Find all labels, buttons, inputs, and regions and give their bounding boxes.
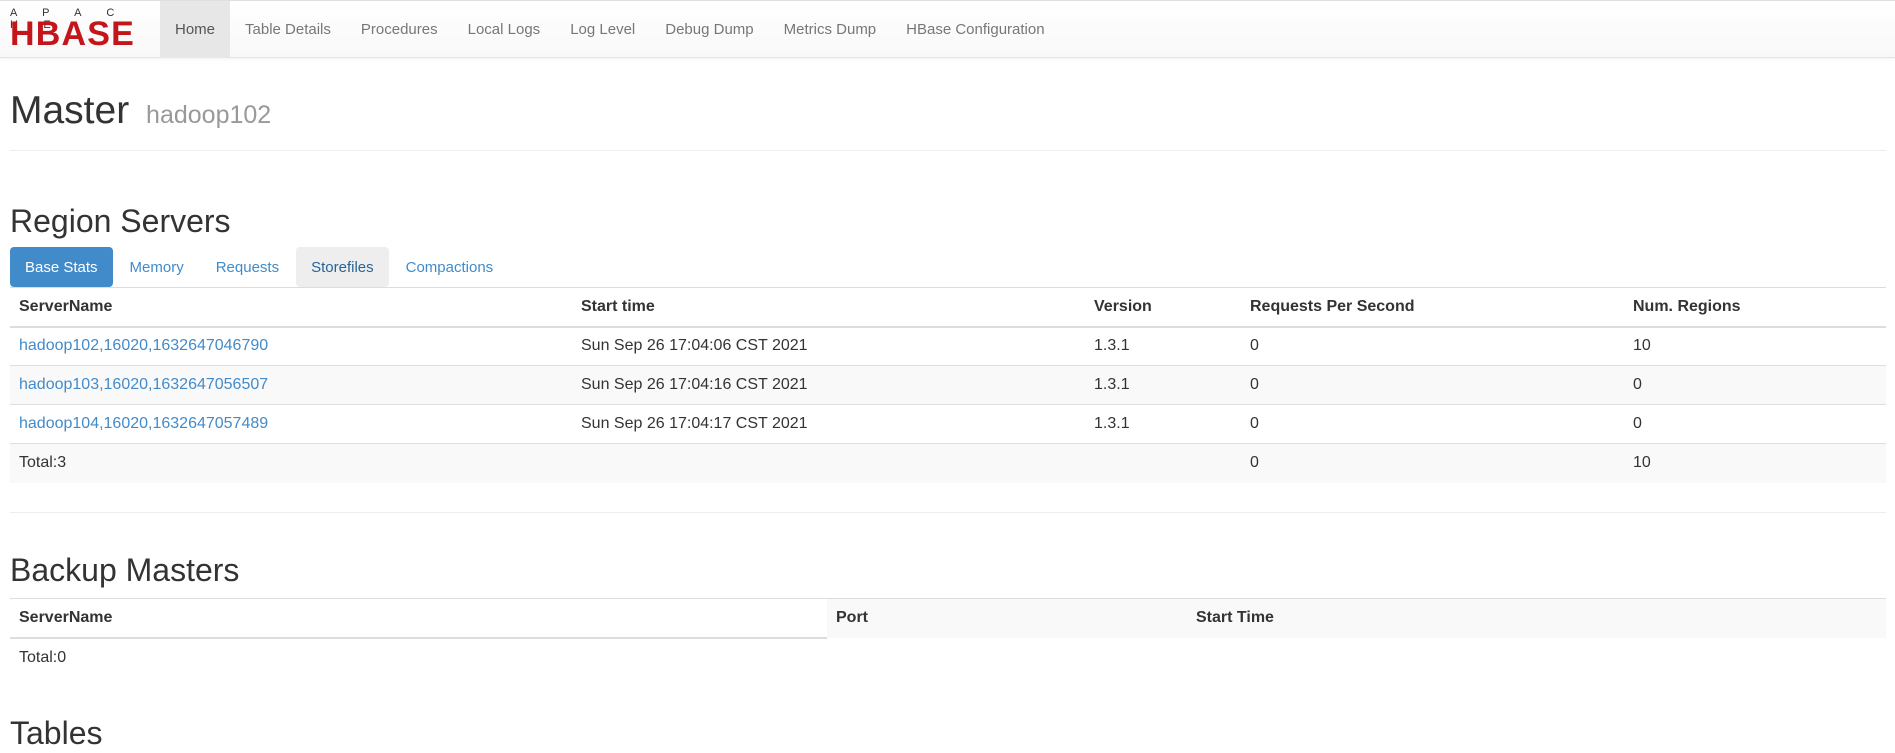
total-row: Total:0 bbox=[10, 638, 1886, 677]
master-hostname: hadoop102 bbox=[146, 101, 272, 129]
page-title-text: Master bbox=[10, 89, 130, 132]
main-nav: Home Table Details Procedures Local Logs… bbox=[160, 1, 1060, 58]
navbar: A P A C H E HBASE Home Table Details Pro… bbox=[0, 0, 1895, 58]
server-link[interactable]: hadoop104,16020,1632647057489 bbox=[19, 415, 268, 432]
backup-masters-heading: Backup Masters bbox=[10, 552, 240, 588]
nav-log-level[interactable]: Log Level bbox=[555, 1, 650, 58]
server-link[interactable]: hadoop102,16020,1632647046790 bbox=[19, 337, 268, 354]
total-requests: 0 bbox=[1241, 443, 1624, 483]
version-cell: 1.3.1 bbox=[1085, 404, 1241, 444]
nav-local-logs[interactable]: Local Logs bbox=[453, 1, 556, 58]
nav-hbase-configuration[interactable]: HBase Configuration bbox=[891, 1, 1059, 58]
regions-cell: 0 bbox=[1624, 404, 1886, 444]
start-time-cell: Sun Sep 26 17:04:16 CST 2021 bbox=[572, 365, 1085, 405]
requests-cell: 0 bbox=[1241, 326, 1624, 366]
nav-debug-dump[interactable]: Debug Dump bbox=[650, 1, 768, 58]
requests-cell: 0 bbox=[1241, 365, 1624, 405]
tab-base-stats[interactable]: Base Stats bbox=[10, 247, 113, 287]
region-servers-tabs: Base Stats Memory Requests Storefiles Co… bbox=[10, 247, 510, 287]
table-row: hadoop103,16020,1632647056507 Sun Sep 26… bbox=[10, 365, 1886, 405]
tab-memory[interactable]: Memory bbox=[115, 247, 199, 287]
start-time-cell: Sun Sep 26 17:04:17 CST 2021 bbox=[572, 404, 1085, 444]
regions-cell: 0 bbox=[1624, 365, 1886, 405]
version-cell: 1.3.1 bbox=[1085, 365, 1241, 405]
nav-procedures[interactable]: Procedures bbox=[346, 1, 453, 58]
column-header: ServerName bbox=[10, 598, 827, 639]
regions-cell: 10 bbox=[1624, 326, 1886, 366]
nav-metrics-dump[interactable]: Metrics Dump bbox=[769, 1, 892, 58]
logo-hbase-text: HBASE bbox=[10, 15, 136, 53]
table-row: hadoop104,16020,1632647057489 Sun Sep 26… bbox=[10, 404, 1886, 444]
server-link[interactable]: hadoop103,16020,1632647056507 bbox=[19, 376, 268, 393]
table-row: hadoop102,16020,1632647046790 Sun Sep 26… bbox=[10, 326, 1886, 366]
page-header: Master hadoop102 bbox=[10, 76, 1886, 151]
requests-cell: 0 bbox=[1241, 404, 1624, 444]
tab-requests[interactable]: Requests bbox=[201, 247, 294, 287]
table-header-row: ServerName Start time Version Requests P… bbox=[10, 287, 1886, 328]
column-header: Num. Regions bbox=[1624, 287, 1886, 328]
column-header: ServerName bbox=[10, 287, 572, 328]
total-row: Total:3 0 10 bbox=[10, 443, 1886, 483]
region-servers-heading: Region Servers bbox=[10, 203, 231, 239]
total-regions: 10 bbox=[1624, 443, 1886, 483]
total-label: Total:0 bbox=[19, 648, 67, 666]
tables-heading: Tables bbox=[10, 715, 103, 751]
nav-table-details[interactable]: Table Details bbox=[230, 1, 346, 58]
section-divider bbox=[10, 512, 1886, 513]
total-label: Total:3 bbox=[10, 443, 572, 483]
nav-home[interactable]: Home bbox=[160, 1, 231, 58]
page-title: Master hadoop102 bbox=[10, 76, 1886, 150]
start-time-cell: Sun Sep 26 17:04:06 CST 2021 bbox=[572, 326, 1085, 366]
backup-masters-table: ServerName Port Start Time Total:0 bbox=[10, 598, 1886, 677]
column-header: Start time bbox=[572, 287, 1085, 328]
column-header: Port bbox=[827, 598, 1187, 638]
column-header: Start Time bbox=[1187, 598, 1886, 638]
tab-compactions[interactable]: Compactions bbox=[391, 247, 509, 287]
column-header: Version bbox=[1085, 287, 1241, 328]
version-cell: 1.3.1 bbox=[1085, 326, 1241, 366]
table-header-row: ServerName Port Start Time bbox=[10, 598, 1886, 639]
region-servers-table: ServerName Start time Version Requests P… bbox=[10, 287, 1886, 483]
tab-storefiles[interactable]: Storefiles bbox=[296, 247, 389, 287]
hbase-logo[interactable]: A P A C H E HBASE bbox=[10, 7, 150, 51]
column-header: Requests Per Second bbox=[1241, 287, 1624, 328]
